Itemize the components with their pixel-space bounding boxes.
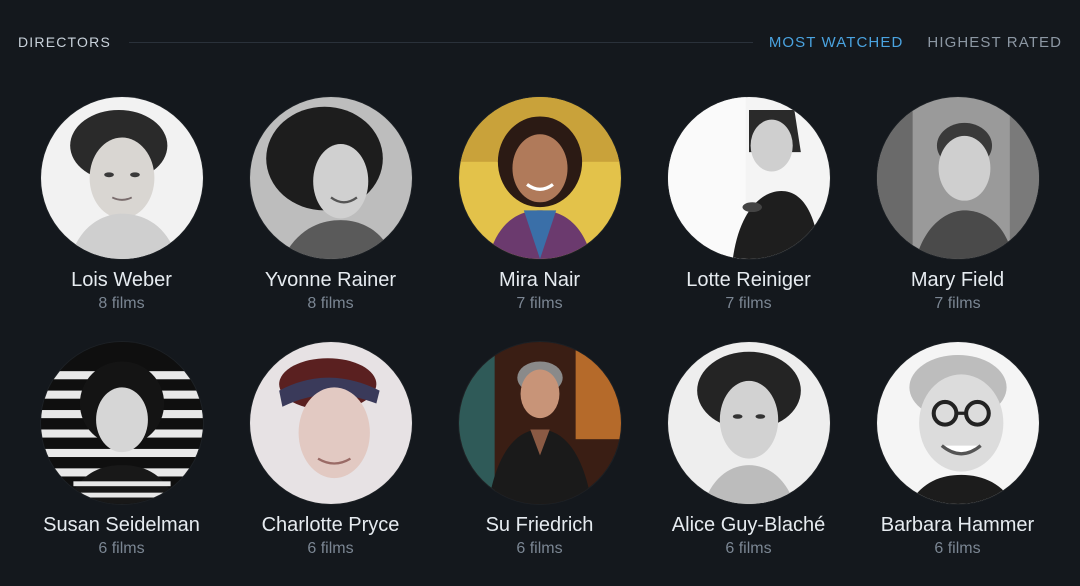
director-portrait[interactable]: [249, 97, 412, 259]
director-card[interactable]: Su Friedrich 6 films: [458, 342, 621, 586]
film-count: 6 films: [516, 540, 563, 557]
header-divider: [129, 41, 753, 43]
director-card[interactable]: Lois Weber 8 films: [40, 97, 203, 343]
director-card[interactable]: Charlotte Pryce 6 films: [249, 342, 412, 586]
director-card[interactable]: Barbara Hammer 6 films: [876, 342, 1039, 586]
director-card[interactable]: Alice Guy-Blaché 6 films: [667, 342, 830, 586]
directors-page: DIRECTORS MOST WATCHED HIGHEST RATED Loi…: [0, 0, 1080, 586]
tab-highest-rated[interactable]: HIGHEST RATED: [927, 34, 1062, 51]
director-card[interactable]: Mary Field 7 films: [876, 97, 1039, 343]
director-name: Susan Seidelman: [43, 514, 200, 536]
director-card[interactable]: Susan Seidelman 6 films: [40, 342, 203, 586]
director-portrait[interactable]: [249, 342, 412, 504]
directors-grid: Lois Weber 8 films Yvonne Rainer 8 films: [0, 97, 1080, 586]
director-name: Mary Field: [910, 269, 1005, 291]
film-count: 7 films: [934, 295, 981, 312]
film-count: 6 films: [934, 540, 981, 557]
director-portrait[interactable]: [876, 342, 1039, 504]
director-name: Su Friedrich: [485, 514, 594, 536]
film-count: 6 films: [725, 540, 772, 557]
director-name: Mira Nair: [498, 269, 581, 291]
director-name: Barbara Hammer: [880, 514, 1035, 536]
section-header: DIRECTORS MOST WATCHED HIGHEST RATED: [18, 30, 1062, 54]
directors-row: Susan Seidelman 6 films Charlotte Pryce …: [0, 342, 1080, 586]
director-name: Yvonne Rainer: [264, 269, 397, 291]
film-count: 8 films: [307, 295, 354, 312]
director-portrait[interactable]: [876, 97, 1039, 259]
director-portrait[interactable]: [667, 97, 830, 259]
film-count: 7 films: [725, 295, 772, 312]
director-card[interactable]: Mira Nair 7 films: [458, 97, 621, 343]
director-name: Lois Weber: [71, 269, 172, 291]
director-name: Alice Guy-Blaché: [671, 514, 826, 536]
film-count: 7 films: [516, 295, 563, 312]
director-portrait[interactable]: [40, 342, 203, 504]
director-portrait[interactable]: [458, 97, 621, 259]
director-portrait[interactable]: [458, 342, 621, 504]
tab-most-watched[interactable]: MOST WATCHED: [769, 34, 904, 51]
director-card[interactable]: Lotte Reiniger 7 films: [667, 97, 830, 343]
director-name: Lotte Reiniger: [686, 269, 811, 291]
director-portrait[interactable]: [667, 342, 830, 504]
film-count: 6 films: [98, 540, 145, 557]
directors-row: Lois Weber 8 films Yvonne Rainer 8 films: [0, 97, 1080, 343]
film-count: 8 films: [98, 295, 145, 312]
director-name: Charlotte Pryce: [261, 514, 400, 536]
film-count: 6 films: [307, 540, 354, 557]
director-card[interactable]: Yvonne Rainer 8 films: [249, 97, 412, 343]
director-portrait[interactable]: [40, 97, 203, 259]
section-title: DIRECTORS: [18, 34, 111, 50]
